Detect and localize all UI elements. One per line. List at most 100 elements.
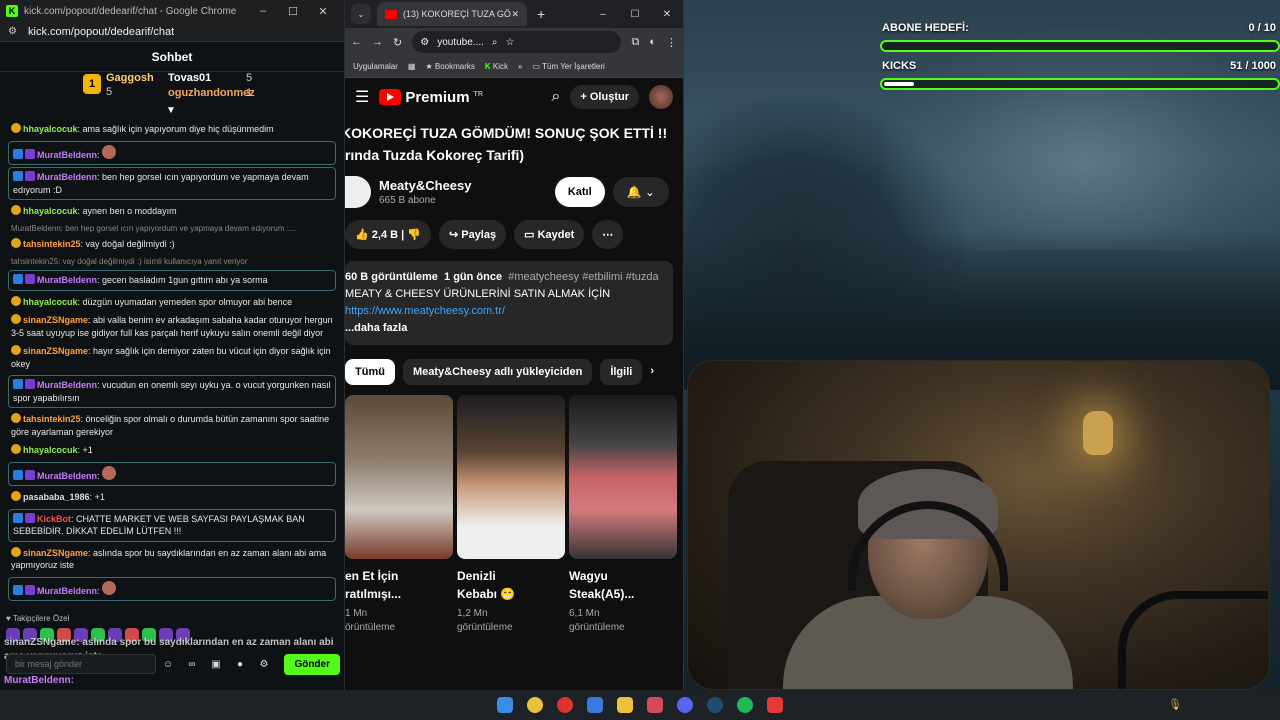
emoji-icon[interactable]: ☺ [156, 659, 180, 670]
maximize-button[interactable]: ☐ [619, 9, 651, 20]
start-icon[interactable] [497, 697, 513, 713]
bookmark-star-icon[interactable]: ☆ [506, 37, 515, 48]
file-explorer-icon[interactable] [617, 697, 633, 713]
chat-username[interactable]: KickBot [37, 514, 71, 524]
channel-name[interactable]: Meaty&Cheesy [379, 178, 472, 193]
leader-name-1[interactable]: Gaggosh [106, 72, 154, 84]
back-icon[interactable]: ← [351, 36, 362, 48]
chat-message[interactable]: MuratBeldenn: ben hep gorsel ıcın yapıyo… [8, 167, 336, 200]
chat-message[interactable]: KickBot: CHATTE MARKET VE WEB SAYFASI PA… [8, 508, 336, 542]
bookmark-kick[interactable]: K Kick [485, 62, 508, 71]
store-icon[interactable]: ▣ [204, 659, 228, 670]
youtube-logo[interactable]: Premium TR [379, 89, 483, 106]
app-bolt-icon[interactable] [767, 697, 783, 713]
chat-message[interactable]: tahsintekin25: vay doğal değilmiydi :) i… [8, 254, 336, 291]
bookmark-all[interactable]: ▭ Tüm Yer İşaretleri [532, 62, 604, 71]
close-tab-icon[interactable]: ✕ [511, 9, 519, 20]
maximize-button[interactable]: ☐ [278, 5, 308, 18]
chip-related[interactable]: İlgili [600, 359, 643, 385]
description-link[interactable]: https://www.meatycheesy.com.tr/ [345, 303, 673, 320]
chat-message[interactable]: hhayalcocuk: düzgün uyumadan yemeden spo… [8, 293, 336, 312]
chat-username[interactable]: hhayalcocuk [23, 206, 78, 216]
short-info[interactable]: en Et İçin ratılmışı... 1 Mn örüntüleme [345, 567, 453, 635]
chat-username[interactable]: MuratBeldenn [37, 471, 97, 481]
save-button[interactable]: ▭ Kaydet [514, 220, 585, 249]
chip-all[interactable]: Tümü [345, 359, 395, 385]
bookmark-apps[interactable]: Uygulamalar [353, 62, 398, 71]
reload-icon[interactable]: ↻ [393, 36, 402, 49]
chat-bubble-icon[interactable]: ● [228, 659, 252, 670]
short-info[interactable]: Wagyu Steak(A5)... 6,1 Mn görüntüleme [569, 567, 677, 635]
chat-username[interactable]: MuratBeldenn [37, 380, 97, 390]
chat-message[interactable]: sinanZSNgame: abi valla benim ev arkadaş… [8, 311, 336, 342]
chat-input[interactable] [6, 654, 156, 674]
store-app-icon[interactable] [587, 697, 603, 713]
obs-icon[interactable] [647, 697, 663, 713]
grid-icon[interactable]: ▦ [408, 62, 416, 71]
chat-message[interactable]: pasababa_1986: +1 [8, 488, 336, 507]
microphone-tray-icon[interactable]: 🎙 [1168, 698, 1182, 711]
chrome-icon[interactable] [527, 697, 543, 713]
chat-message[interactable]: MuratBeldenn: [8, 576, 336, 601]
discord-icon[interactable] [677, 697, 693, 713]
channel-avatar[interactable] [345, 176, 371, 208]
chat-message[interactable]: hhayalcocuk: aynen ben o moddayım [8, 202, 336, 221]
chat-message[interactable]: hhayalcocuk: ama sağlık için yapıyorum d… [8, 120, 336, 139]
chat-message[interactable]: MuratBeldenn: ben hep gorsel ıcın yapıyo… [8, 221, 336, 254]
short-thumbnail[interactable] [569, 395, 677, 559]
chat-username[interactable]: hhayalcocuk [23, 445, 78, 455]
notification-bell-icon[interactable]: 🔔 ⌄ [612, 177, 669, 207]
send-button[interactable]: Gönder [284, 653, 340, 675]
chat-username[interactable]: MuratBeldenn [37, 172, 97, 182]
short-thumbnail[interactable] [457, 395, 565, 559]
bookmark-bookmarks[interactable]: ★ Bookmarks [425, 62, 474, 71]
chat-message[interactable]: MuratBeldenn: [8, 461, 336, 486]
chat-username[interactable]: MuratBeldenn [37, 275, 97, 285]
leader-name-2[interactable]: Tovas01 [168, 72, 211, 84]
create-button[interactable]: + Oluştur [570, 85, 639, 109]
kick-gift-icon[interactable]: ∞ [180, 659, 204, 670]
short-info[interactable]: Denizli Kebabı 😁 1,2 Mn görüntüleme [457, 567, 565, 635]
chat-username[interactable]: hhayalcocuk [23, 124, 78, 134]
chat-username[interactable]: sinanZSNgame [23, 548, 88, 558]
more-actions-icon[interactable]: ⋯ [592, 220, 624, 249]
spotify-icon[interactable] [737, 697, 753, 713]
chat-message[interactable]: sinanZSNgame: aslında spor bu saydıkları… [8, 544, 336, 575]
chat-username[interactable]: tahsintekin25 [23, 414, 81, 424]
chat-message[interactable]: tahsintekin25: önceliğin spor olmalı o d… [8, 410, 336, 441]
chevron-right-icon[interactable]: › [650, 359, 654, 385]
show-more-link[interactable]: ...daha fazla [345, 320, 673, 337]
like-button[interactable]: 👍 2,4 B | 👎 [345, 220, 431, 249]
close-button[interactable]: ✕ [308, 5, 338, 18]
chat-message[interactable]: MuratBeldenn: vucudun en onemlı seyı uyk… [8, 375, 336, 408]
close-button[interactable]: ✕ [651, 9, 683, 20]
chat-username[interactable]: tahsintekin25 [23, 239, 81, 249]
leader-name-3[interactable]: oguzhandonmez [168, 87, 255, 99]
chat-username[interactable]: sinanZSNgame [23, 346, 88, 356]
avatar[interactable] [649, 85, 673, 109]
search-icon[interactable]: ⌕ [551, 88, 560, 106]
settings-gear-icon[interactable]: ⚙ [252, 659, 276, 670]
expand-leaderboard-icon[interactable]: ▼ [166, 105, 176, 116]
chat-username[interactable]: pasababa_1986 [23, 492, 90, 502]
steam-icon[interactable] [707, 697, 723, 713]
minimize-button[interactable]: – [587, 9, 619, 20]
new-tab-button[interactable]: + [537, 6, 545, 22]
chat-username[interactable]: hhayalcocuk [23, 297, 78, 307]
join-button[interactable]: Katıl [554, 177, 605, 207]
chat-message[interactable]: sinanZSNgame: hayır sağlık için demiyor … [8, 342, 336, 373]
chat-message[interactable]: MuratBeldenn: [8, 140, 336, 165]
more-bookmarks-icon[interactable]: » [518, 62, 522, 71]
profile-icon[interactable]: ◐ [649, 36, 656, 48]
site-info-icon[interactable]: ⚙ [420, 37, 429, 48]
hamburger-menu-icon[interactable]: ☰ [355, 87, 369, 107]
video-description[interactable]: 60 B görüntüleme 1 gün önce #meatycheesy… [345, 261, 673, 345]
hashtags[interactable]: #meatycheesy #etbilimi #tuzda [508, 271, 658, 283]
chat-username[interactable]: MuratBeldenn [37, 586, 97, 596]
chat-username[interactable]: MuratBeldenn [37, 150, 97, 160]
minimize-button[interactable]: – [248, 5, 278, 17]
zoom-icon[interactable]: ⌕ [492, 37, 498, 48]
short-thumbnail[interactable] [345, 395, 453, 559]
chip-uploader[interactable]: Meaty&Cheesy adlı yükleyiciden [402, 359, 593, 385]
chat-message[interactable]: hhayalcocuk: +1 [8, 441, 336, 460]
